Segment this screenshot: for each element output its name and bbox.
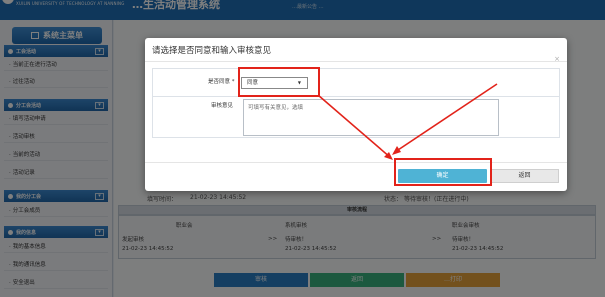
- highlight-box-confirm: [394, 158, 492, 186]
- review-form: 是否同意 * 同意 ▼ 审核意见 可填写有关意见，选填: [152, 68, 560, 138]
- divider: [145, 61, 567, 62]
- highlight-box-select: [238, 67, 320, 97]
- agree-label: 是否同意 *: [208, 79, 235, 85]
- opinion-textarea[interactable]: 可填写有关意见，选填: [243, 99, 499, 136]
- dialog-title: 请选择是否同意和输入审核意见: [152, 46, 272, 56]
- opinion-label: 审核意见: [211, 103, 234, 109]
- review-dialog: 请选择是否同意和输入审核意见 × 是否同意 * 同意 ▼ 审核意见 可填写有关意…: [145, 38, 567, 191]
- back-button[interactable]: 返回: [490, 169, 559, 183]
- divider: [145, 162, 567, 163]
